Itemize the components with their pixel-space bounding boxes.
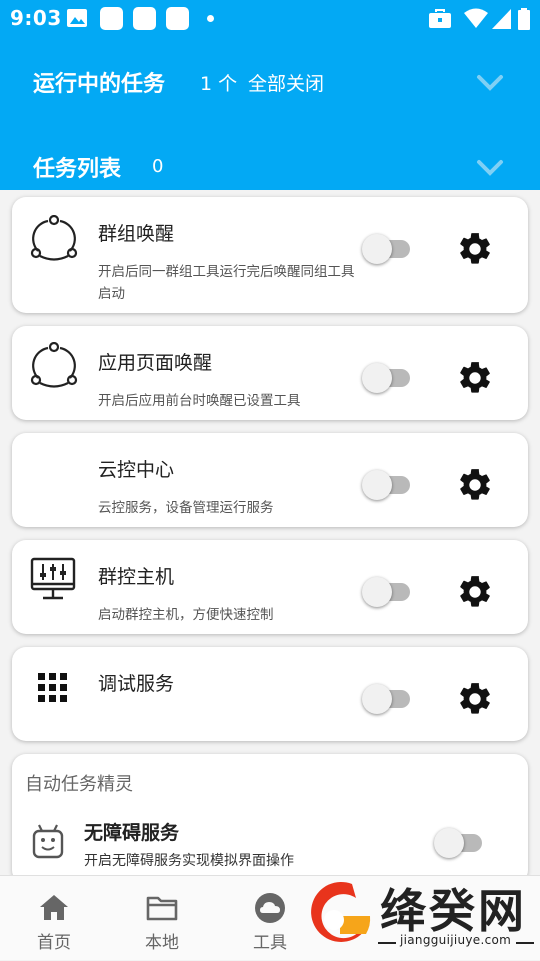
watermark-rule	[516, 942, 534, 944]
task-title: 群组唤醒	[98, 223, 175, 245]
nav-local[interactable]: 本地	[108, 876, 216, 961]
chevron-down-icon[interactable]	[476, 159, 504, 177]
task-card-cloud-control: 云控中心 云控服务，设备管理运行服务	[12, 433, 528, 527]
folder-icon	[146, 896, 178, 921]
accessibility-service-title: 无障碍服务	[84, 822, 180, 844]
battery-icon	[518, 8, 530, 30]
monitor-sliders-icon	[30, 557, 76, 600]
task-card-app-page-wake: 应用页面唤醒 开启后应用前台时唤醒已设置工具	[12, 326, 528, 420]
app-page-wake-toggle[interactable]	[362, 363, 416, 393]
gear-icon[interactable]	[456, 230, 494, 268]
task-description: 云控服务，设备管理运行服务	[98, 500, 274, 516]
notification-square-icon	[166, 7, 189, 30]
status-bar: 9:03	[0, 0, 540, 36]
task-card-group-wake: 群组唤醒 开启后同一群组工具运行完后唤醒同组工具启动	[12, 197, 528, 313]
home-icon	[40, 895, 68, 920]
task-title: 云控中心	[98, 459, 175, 481]
task-description: 开启后同一群组工具运行完后唤醒同组工具启动	[98, 264, 355, 302]
task-header: 运行中的任务 1 个 全部关闭 任务列表 0	[0, 36, 540, 190]
briefcase-icon	[429, 9, 451, 28]
wifi-icon	[464, 8, 488, 28]
site-watermark: 绛癸网 jiangguijiuye.com	[298, 873, 540, 960]
task-card-debug-service: 调试服务	[12, 647, 528, 741]
cloud-icon	[255, 893, 285, 923]
task-card-group-host: 群控主机 启动群控主机，方便快速控制	[12, 540, 528, 634]
debug-service-toggle[interactable]	[362, 684, 416, 714]
chevron-down-icon[interactable]	[476, 74, 504, 92]
gear-icon[interactable]	[456, 466, 494, 504]
running-tasks-title: 运行中的任务	[33, 72, 166, 97]
gear-icon[interactable]	[456, 680, 494, 718]
accessibility-service-description: 开启无障碍服务实现模拟界面操作	[84, 853, 294, 869]
task-list-count: 0	[152, 156, 164, 177]
accessibility-service-toggle[interactable]	[434, 828, 488, 858]
task-list-title: 任务列表	[33, 157, 122, 182]
cycle-arrows-icon	[30, 215, 78, 261]
task-title: 调试服务	[98, 673, 175, 695]
gear-icon[interactable]	[456, 573, 494, 611]
watermark-rule	[378, 942, 396, 944]
running-tasks-row[interactable]: 运行中的任务 1 个 全部关闭	[0, 36, 540, 126]
task-description: 启动群控主机，方便快速控制	[98, 607, 274, 623]
running-tasks-count: 1 个	[200, 73, 238, 95]
status-time: 9:03	[10, 6, 62, 30]
notification-square-icon	[100, 7, 123, 30]
signal-icon	[492, 9, 511, 29]
nav-label: 本地	[145, 933, 179, 953]
watermark-logo	[311, 881, 371, 942]
gear-icon[interactable]	[456, 359, 494, 397]
nav-label: 首页	[37, 933, 71, 953]
notification-square-icon	[133, 7, 156, 30]
nav-home[interactable]: 首页	[0, 876, 108, 961]
cycle-arrows-icon	[30, 342, 78, 388]
task-title: 应用页面唤醒	[98, 352, 213, 374]
task-list-row[interactable]: 任务列表 0	[0, 131, 540, 190]
task-title: 群控主机	[98, 566, 175, 588]
task-description: 开启后应用前台时唤醒已设置工具	[98, 393, 301, 409]
cloud-control-toggle[interactable]	[362, 470, 416, 500]
auto-task-sprite-section: 自动任务精灵 无障碍服务 开启无障碍服务实现模拟界面操作	[12, 754, 528, 884]
image-icon	[67, 9, 87, 27]
close-all-button[interactable]: 全部关闭	[248, 69, 324, 96]
grid-dots-icon	[38, 673, 67, 702]
more-notifications-dot-icon	[207, 15, 214, 22]
group-wake-toggle[interactable]	[362, 234, 416, 264]
section-title: 自动任务精灵	[25, 774, 133, 795]
watermark-text: 绛癸网	[380, 884, 527, 938]
watermark-url: jiangguijiuye.com	[400, 933, 512, 947]
group-host-toggle[interactable]	[362, 577, 416, 607]
robot-icon	[32, 824, 64, 859]
